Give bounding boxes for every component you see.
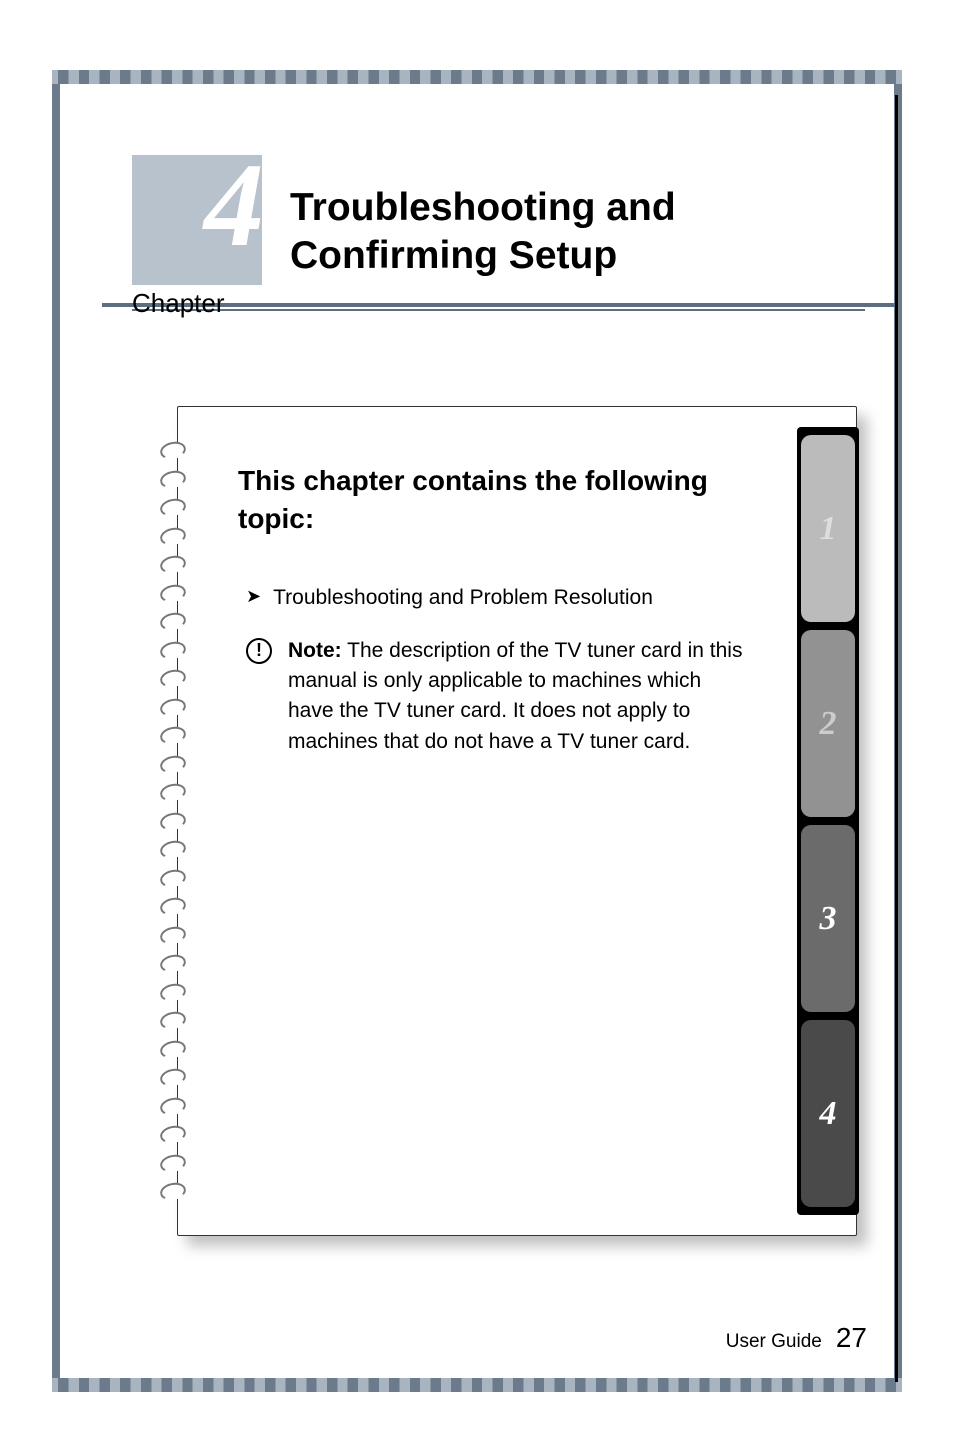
section-heading: This chapter contains the following topi… bbox=[238, 462, 818, 538]
tab-1[interactable]: 1 bbox=[801, 435, 855, 622]
note-text: Note: The description of the TV tuner ca… bbox=[288, 636, 748, 758]
spiral-binding bbox=[160, 442, 188, 1200]
section-tabs: 1 2 3 4 bbox=[797, 427, 859, 1215]
note-block: ! Note: The description of the TV tuner … bbox=[238, 636, 818, 758]
topic-item: ➤ Troubleshooting and Problem Resolution bbox=[238, 586, 818, 610]
page-footer: User Guide 27 bbox=[726, 1322, 867, 1354]
note-label: Note: bbox=[288, 639, 342, 662]
tab-2[interactable]: 2 bbox=[801, 630, 855, 817]
page-number: 27 bbox=[836, 1322, 867, 1354]
chapter-header: 4 Chapter Troubleshooting and Confirming… bbox=[102, 95, 895, 307]
topic-text: Troubleshooting and Problem Resolution bbox=[273, 586, 653, 610]
alert-icon: ! bbox=[246, 638, 272, 664]
chapter-number: 4 bbox=[204, 145, 264, 265]
chapter-title: Troubleshooting and Confirming Setup bbox=[290, 184, 865, 286]
chevron-icon: ➤ bbox=[246, 586, 261, 607]
header-underline bbox=[132, 309, 865, 311]
footer-label: User Guide bbox=[726, 1331, 822, 1353]
chapter-label: Chapter bbox=[132, 288, 225, 319]
note-body: The description of the TV tuner card in … bbox=[288, 639, 742, 753]
tab-3[interactable]: 3 bbox=[801, 825, 855, 1012]
chapter-number-box: 4 Chapter bbox=[132, 155, 262, 285]
page-frame: 4 Chapter Troubleshooting and Confirming… bbox=[102, 95, 898, 1382]
content-card: 1 2 3 4 This chapter contains the follow… bbox=[177, 406, 857, 1236]
tab-4[interactable]: 4 bbox=[801, 1020, 855, 1207]
